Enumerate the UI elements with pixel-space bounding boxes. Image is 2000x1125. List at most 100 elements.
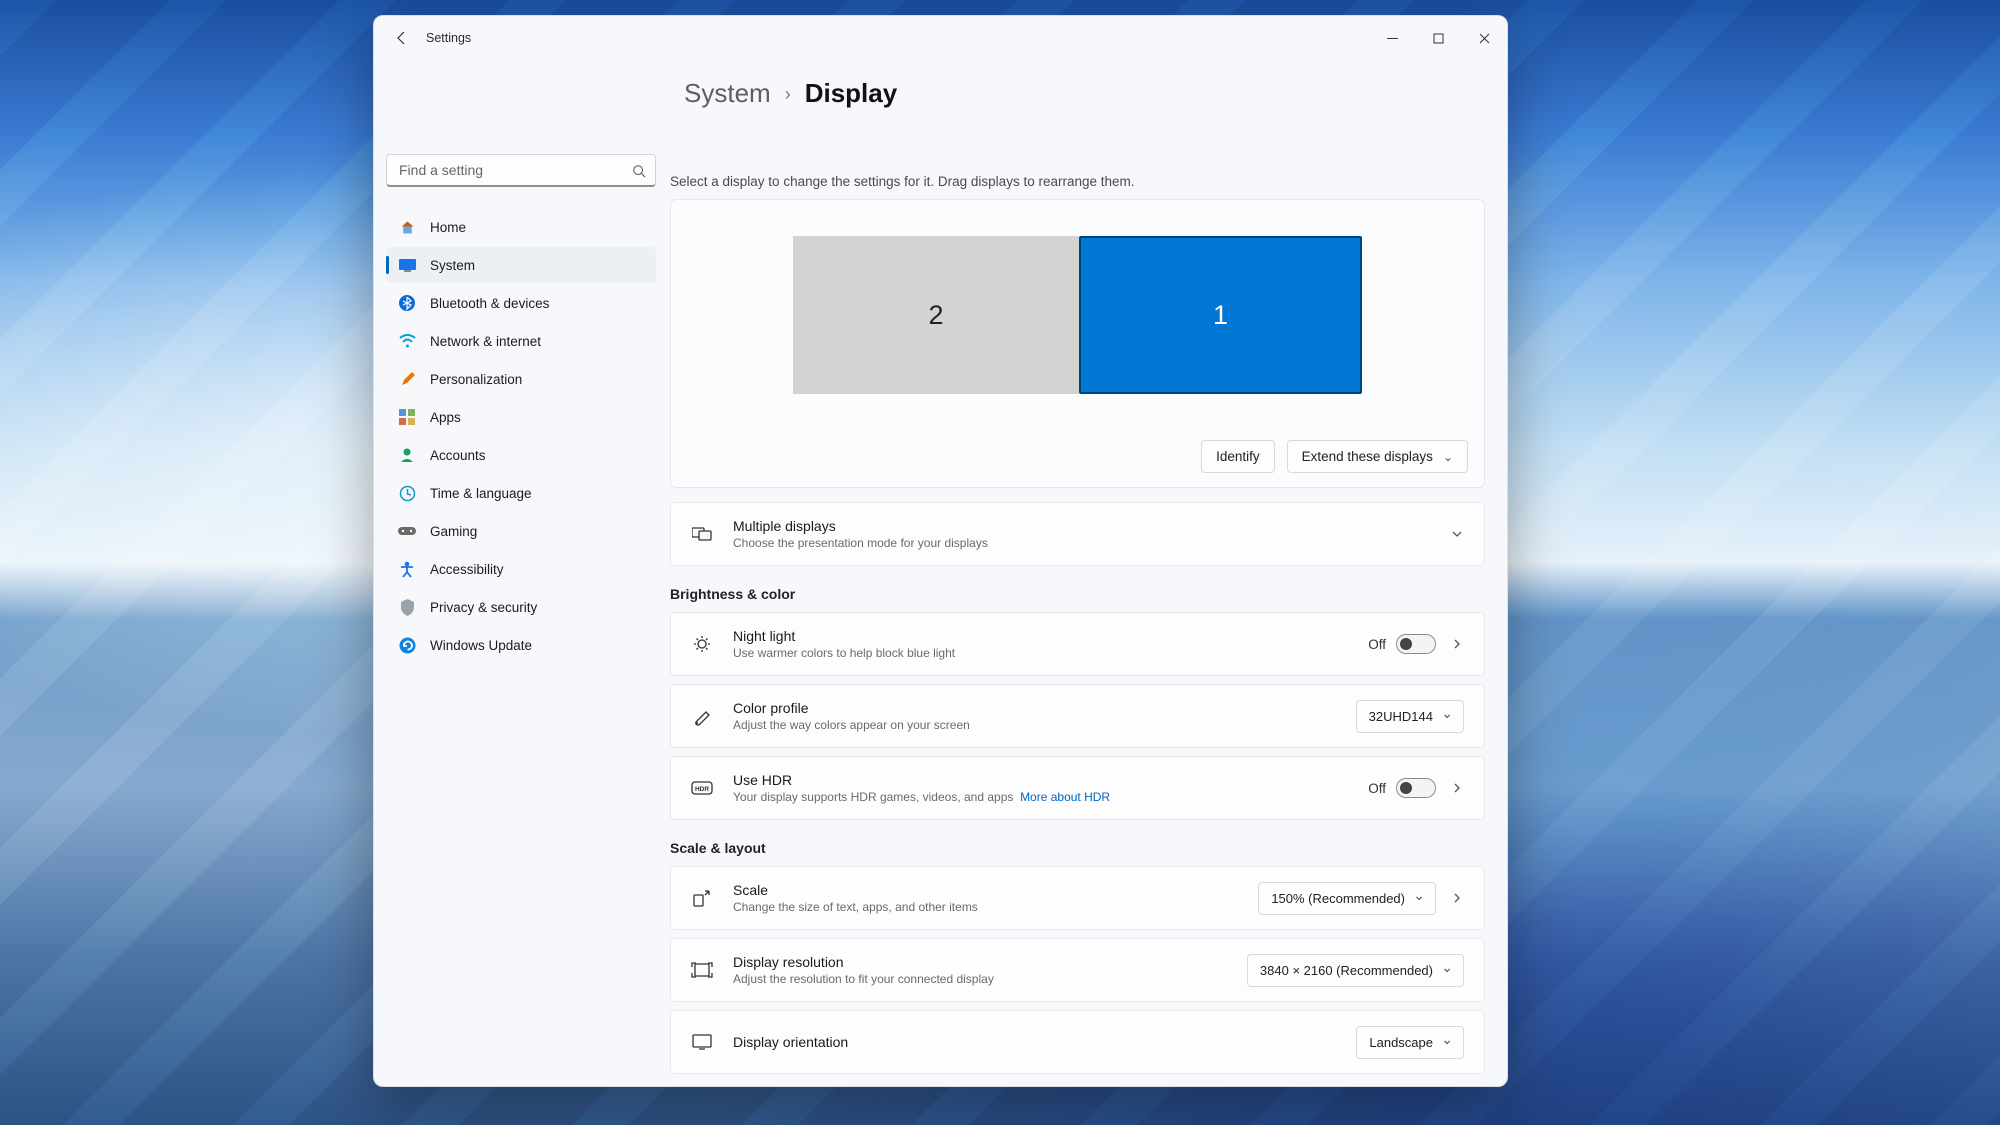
toggle-state: Off [1368, 781, 1386, 796]
orientation-row[interactable]: Display orientation Landscape [670, 1010, 1485, 1074]
sidebar-item-label: Apps [430, 410, 461, 425]
row-title: Multiple displays [733, 518, 1450, 534]
row-title: Display orientation [733, 1034, 1356, 1050]
maximize-button[interactable] [1415, 16, 1461, 60]
row-subtitle: Choose the presentation mode for your di… [733, 536, 1450, 550]
sidebar-item-time-language[interactable]: Time & language [386, 475, 656, 511]
monitor-2[interactable]: 2 [793, 236, 1079, 394]
resolution-row[interactable]: Display resolution Adjust the resolution… [670, 938, 1485, 1002]
section-scale-layout: Scale & layout [670, 840, 1485, 856]
night-light-toggle[interactable] [1396, 634, 1436, 654]
sidebar-item-system[interactable]: System [386, 247, 656, 283]
scale-icon [691, 888, 713, 908]
sidebar-item-label: Personalization [430, 372, 522, 387]
system-icon [398, 256, 416, 274]
hdr-icon: HDR [691, 781, 713, 795]
sidebar-item-label: Gaming [430, 524, 477, 539]
update-icon [398, 636, 416, 654]
resolution-dropdown[interactable]: 3840 × 2160 (Recommended) [1247, 954, 1464, 987]
chevron-right-icon: › [785, 84, 791, 105]
person-icon [398, 446, 416, 464]
paintbrush-icon [398, 370, 416, 388]
orientation-dropdown[interactable]: Landscape [1356, 1026, 1464, 1059]
multiple-displays-icon [691, 526, 713, 542]
search-icon [632, 164, 646, 178]
row-subtitle: Adjust the resolution to fit your connec… [733, 972, 1247, 986]
sidebar-item-accounts[interactable]: Accounts [386, 437, 656, 473]
color-profile-row[interactable]: Color profile Adjust the way colors appe… [670, 684, 1485, 748]
chevron-down-icon: ⌄ [1443, 450, 1453, 464]
extend-dropdown[interactable]: Extend these displays ⌄ [1287, 440, 1468, 473]
sidebar-item-home[interactable]: Home [386, 209, 656, 245]
hdr-more-link[interactable]: More about HDR [1020, 790, 1110, 804]
globe-clock-icon [398, 484, 416, 502]
sidebar-item-privacy[interactable]: Privacy & security [386, 589, 656, 625]
scale-dropdown[interactable]: 150% (Recommended) [1258, 882, 1436, 915]
sidebar-item-personalization[interactable]: Personalization [386, 361, 656, 397]
row-subtitle: Adjust the way colors appear on your scr… [733, 718, 1356, 732]
caption-buttons [1369, 16, 1507, 60]
bluetooth-icon [398, 294, 416, 312]
sidebar-item-gaming[interactable]: Gaming [386, 513, 656, 549]
home-icon [398, 218, 416, 236]
arrange-instruction: Select a display to change the settings … [670, 174, 1485, 189]
color-profile-dropdown[interactable]: 32UHD144 [1356, 700, 1464, 733]
sidebar-item-label: Windows Update [430, 638, 532, 653]
night-light-row[interactable]: Night light Use warmer colors to help bl… [670, 612, 1485, 676]
nav: Home System Bluetooth & devices Network … [386, 209, 656, 663]
orientation-icon [691, 1034, 713, 1050]
content: Select a display to change the settings … [670, 60, 1507, 1086]
sidebar-item-label: Time & language [430, 486, 532, 501]
chevron-right-icon [1450, 637, 1464, 651]
toggle-state: Off [1368, 637, 1386, 652]
chevron-down-icon [1450, 527, 1464, 541]
shield-icon [398, 598, 416, 616]
page-title: Display [805, 78, 898, 109]
titlebar: Settings [374, 16, 1507, 60]
section-brightness-color: Brightness & color [670, 586, 1485, 602]
row-title: Display resolution [733, 954, 1247, 970]
monitor-1[interactable]: 1 [1079, 236, 1362, 394]
row-title: Scale [733, 882, 1258, 898]
close-button[interactable] [1461, 16, 1507, 60]
back-button[interactable] [382, 20, 422, 56]
search-input[interactable] [386, 154, 656, 187]
svg-text:HDR: HDR [695, 786, 709, 793]
sidebar-item-label: Home [430, 220, 466, 235]
color-profile-icon [691, 706, 713, 726]
display-arrange-card: 2 1 Identify Extend these displays ⌄ [670, 199, 1485, 488]
breadcrumb-parent[interactable]: System [684, 78, 771, 109]
resolution-icon [691, 962, 713, 978]
chevron-right-icon [1450, 781, 1464, 795]
sidebar-item-network[interactable]: Network & internet [386, 323, 656, 359]
hdr-toggle[interactable] [1396, 778, 1436, 798]
settings-window: Settings System › Display [373, 15, 1508, 1087]
minimize-button[interactable] [1369, 16, 1415, 60]
breadcrumb: System › Display [684, 78, 897, 109]
sidebar-item-bluetooth[interactable]: Bluetooth & devices [386, 285, 656, 321]
accessibility-icon [398, 560, 416, 578]
identify-button[interactable]: Identify [1201, 440, 1275, 473]
row-title: Use HDR [733, 772, 1368, 788]
sidebar-item-label: Accessibility [430, 562, 504, 577]
sidebar-item-label: System [430, 258, 475, 273]
row-subtitle: Change the size of text, apps, and other… [733, 900, 1258, 914]
hdr-row[interactable]: HDR Use HDR Your display supports HDR ga… [670, 756, 1485, 820]
sidebar-item-apps[interactable]: Apps [386, 399, 656, 435]
sidebar: Home System Bluetooth & devices Network … [374, 60, 670, 1086]
sidebar-item-label: Accounts [430, 448, 486, 463]
row-subtitle: Use warmer colors to help block blue lig… [733, 646, 1368, 660]
monitor-arrangement[interactable]: 2 1 [687, 236, 1468, 394]
sidebar-item-label: Network & internet [430, 334, 541, 349]
row-subtitle: Your display supports HDR games, videos,… [733, 790, 1368, 804]
multiple-displays-row[interactable]: Multiple displays Choose the presentatio… [670, 502, 1485, 566]
wifi-icon [398, 332, 416, 350]
sidebar-item-label: Privacy & security [430, 600, 537, 615]
row-title: Night light [733, 628, 1368, 644]
apps-icon [398, 408, 416, 426]
scale-row[interactable]: Scale Change the size of text, apps, and… [670, 866, 1485, 930]
row-title: Color profile [733, 700, 1356, 716]
sidebar-item-windows-update[interactable]: Windows Update [386, 627, 656, 663]
gamepad-icon [398, 522, 416, 540]
sidebar-item-accessibility[interactable]: Accessibility [386, 551, 656, 587]
